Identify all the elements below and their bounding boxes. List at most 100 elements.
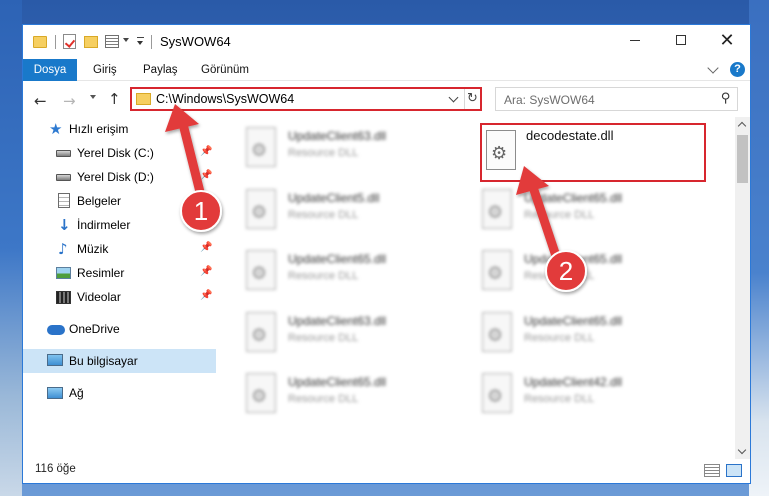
dll-file-icon bbox=[246, 250, 276, 290]
dll-file-icon bbox=[246, 373, 276, 413]
download-icon: ↓ bbox=[58, 216, 71, 234]
file-type: Resource DLL bbox=[524, 332, 595, 344]
sidebar-item-label: Resimler bbox=[77, 266, 125, 280]
customize-toolbar-icon[interactable] bbox=[137, 37, 144, 45]
list-item[interactable]: UpdateClient5.dll Resource DLL bbox=[246, 187, 446, 243]
back-button[interactable]: ← bbox=[34, 92, 47, 110]
vertical-scrollbar[interactable] bbox=[735, 117, 750, 459]
chevron-down-icon[interactable] bbox=[448, 92, 459, 103]
properties-icon[interactable] bbox=[105, 35, 119, 48]
tab-file[interactable]: Dosya bbox=[23, 59, 77, 81]
up-button[interactable]: ↑ bbox=[108, 90, 121, 108]
file-name: UpdateClient65.dll bbox=[524, 252, 623, 266]
dll-file-icon bbox=[246, 127, 276, 167]
new-folder-icon[interactable] bbox=[84, 36, 98, 48]
scroll-thumb[interactable] bbox=[737, 135, 748, 183]
help-icon[interactable]: ? bbox=[730, 62, 745, 77]
details-view-icon[interactable] bbox=[704, 464, 720, 477]
address-bar[interactable]: C:\Windows\SysWOW64 ↻ bbox=[130, 87, 482, 111]
list-item[interactable]: UpdateClient65.dll Resource DLL bbox=[482, 248, 682, 304]
search-input[interactable]: Ara: SysWOW64 ⚲ bbox=[495, 87, 738, 111]
recent-locations-icon[interactable] bbox=[90, 95, 96, 99]
sidebar-item-local-disk-d[interactable]: Yerel Disk (D:) 📌 bbox=[23, 165, 216, 189]
item-count: 116 öğe bbox=[35, 463, 76, 475]
minimize-icon bbox=[630, 39, 640, 41]
file-type: Resource DLL bbox=[524, 393, 595, 405]
list-item[interactable]: UpdateClient63.dll Resource DLL bbox=[246, 310, 446, 366]
close-button[interactable]: ✕ bbox=[704, 25, 750, 55]
navigation-pane: ★ Hızlı erişim Yerel Disk (C:) 📌 Yerel D… bbox=[23, 117, 216, 459]
forward-button[interactable]: → bbox=[63, 92, 76, 110]
status-bar: 116 öğe bbox=[23, 459, 750, 483]
sidebar-item-local-disk-c[interactable]: Yerel Disk (C:) 📌 bbox=[23, 141, 216, 165]
file-name: UpdateClient65.dll bbox=[288, 252, 387, 266]
pin-icon[interactable]: 📌 bbox=[200, 194, 212, 205]
pin-icon[interactable]: 📌 bbox=[200, 218, 212, 229]
sidebar-item-videos[interactable]: Videolar 📌 bbox=[23, 285, 216, 309]
pin-icon[interactable]: 📌 bbox=[200, 242, 212, 253]
address-row: ← → ↑ C:\Windows\SysWOW64 ↻ Ara: SysWOW6… bbox=[23, 82, 750, 116]
folder-icon bbox=[33, 36, 47, 48]
sidebar-item-pictures[interactable]: Resimler 📌 bbox=[23, 261, 216, 285]
tab-share[interactable]: Paylaş bbox=[143, 59, 178, 81]
file-type: Resource DLL bbox=[288, 393, 359, 405]
sidebar-item-network[interactable]: Ağ bbox=[23, 381, 216, 405]
file-type: Resource DLL bbox=[288, 147, 359, 159]
list-item[interactable]: UpdateClient63.dll Resource DLL bbox=[246, 125, 446, 181]
expand-ribbon-icon[interactable] bbox=[707, 62, 719, 74]
disk-icon bbox=[56, 174, 71, 181]
highlighted-file-decodestate[interactable]: decodestate.dll bbox=[480, 123, 706, 182]
pictures-icon bbox=[56, 267, 71, 279]
file-name: UpdateClient65.dll bbox=[288, 375, 387, 389]
file-name: UpdateClient65.dll bbox=[524, 191, 623, 205]
videos-icon bbox=[56, 291, 71, 304]
list-item[interactable]: UpdateClient65.dll Resource DLL bbox=[482, 310, 682, 366]
dll-file-icon bbox=[486, 130, 516, 170]
sidebar-item-onedrive[interactable]: OneDrive bbox=[23, 317, 216, 341]
list-item[interactable]: UpdateClient65.dll Resource DLL bbox=[246, 248, 446, 304]
search-icon[interactable]: ⚲ bbox=[721, 91, 731, 106]
refresh-button[interactable]: ↻ bbox=[464, 89, 480, 109]
pin-icon[interactable]: 📌 bbox=[200, 146, 212, 157]
title-bar: SysWOW64 ✕ bbox=[23, 25, 750, 59]
disk-icon bbox=[56, 150, 71, 157]
tab-home[interactable]: Giriş bbox=[93, 59, 117, 81]
sidebar-item-label: Yerel Disk (C:) bbox=[77, 146, 154, 160]
sidebar-item-label: OneDrive bbox=[69, 322, 120, 336]
maximize-button[interactable] bbox=[658, 25, 704, 55]
file-type: Resource DLL bbox=[288, 332, 359, 344]
tab-view[interactable]: Görünüm bbox=[201, 59, 249, 81]
sidebar-item-label: Hızlı erişim bbox=[69, 122, 129, 136]
star-icon: ★ bbox=[49, 120, 63, 138]
maximize-icon bbox=[676, 35, 686, 45]
folder-icon bbox=[136, 93, 151, 105]
pin-icon[interactable]: 📌 bbox=[200, 170, 212, 181]
sidebar-item-downloads[interactable]: ↓ İndirmeler 📌 bbox=[23, 213, 216, 237]
sidebar-item-music[interactable]: ♪ Müzik 📌 bbox=[23, 237, 216, 261]
chevron-down-icon[interactable] bbox=[123, 38, 129, 42]
list-item[interactable]: UpdateClient65.dll Resource DLL bbox=[246, 371, 446, 427]
properties-check-icon[interactable] bbox=[63, 34, 76, 49]
address-path[interactable]: C:\Windows\SysWOW64 bbox=[156, 92, 294, 106]
minimize-button[interactable] bbox=[612, 25, 658, 55]
scroll-down-icon[interactable] bbox=[737, 445, 747, 455]
pin-icon[interactable]: 📌 bbox=[200, 266, 212, 277]
dll-file-icon bbox=[482, 250, 512, 290]
ribbon-tabs: Dosya Giriş Paylaş Görünüm ? bbox=[23, 59, 750, 81]
list-item[interactable]: UpdateClient42.dll Resource DLL bbox=[482, 371, 682, 427]
list-item[interactable]: UpdateClient65.dll Resource DLL bbox=[482, 187, 682, 243]
dll-file-icon bbox=[246, 312, 276, 352]
sidebar-item-label: Videolar bbox=[77, 290, 121, 304]
close-icon: ✕ bbox=[719, 29, 735, 51]
file-name: decodestate.dll bbox=[526, 128, 614, 143]
file-name: UpdateClient5.dll bbox=[288, 191, 380, 205]
file-type: Resource DLL bbox=[288, 209, 359, 221]
sidebar-item-documents[interactable]: Belgeler 📌 bbox=[23, 189, 216, 213]
pin-icon[interactable]: 📌 bbox=[200, 290, 212, 301]
large-icons-view-icon[interactable] bbox=[726, 464, 742, 477]
scroll-up-icon[interactable] bbox=[737, 121, 747, 131]
file-name: UpdateClient63.dll bbox=[288, 129, 387, 143]
sidebar-item-this-pc[interactable]: Bu bilgisayar bbox=[23, 349, 216, 373]
sidebar-item-label: Ağ bbox=[69, 386, 84, 400]
sidebar-item-quick-access[interactable]: ★ Hızlı erişim bbox=[23, 117, 216, 141]
